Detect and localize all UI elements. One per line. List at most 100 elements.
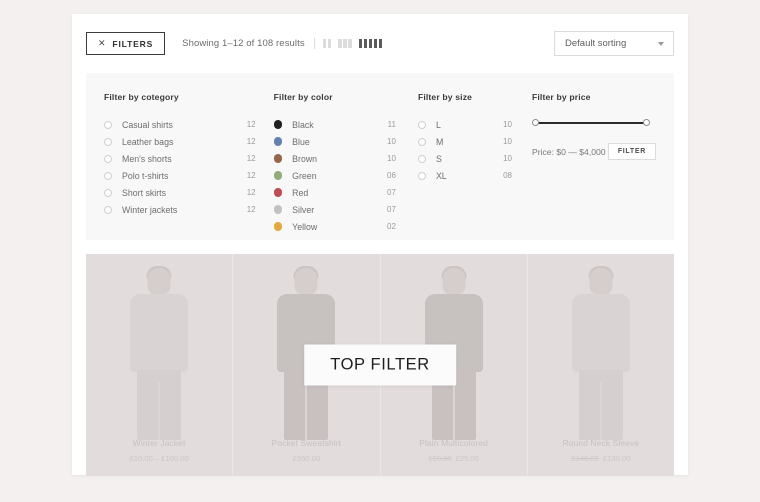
shop-toolbar: ✕ FILTERS Showing 1–12 of 108 results De… (72, 14, 688, 73)
sorting-dropdown[interactable]: Default sorting (554, 31, 674, 56)
product-price: £10.00 – £100.00 (129, 454, 189, 463)
filter-option-label: Short skirts (122, 187, 166, 198)
product-old-price: £140.00 (571, 454, 599, 463)
filter-option-count: 12 (246, 137, 256, 146)
filter-option-count: 06 (387, 171, 396, 180)
filter-size-heading: Filter by size (417, 92, 473, 102)
filter-option-label: Brown (292, 153, 318, 164)
filter-option-count: 12 (246, 188, 256, 197)
model-torso (571, 294, 630, 372)
radio-icon[interactable] (417, 154, 426, 163)
filter-option-count: 10 (503, 154, 512, 163)
filters-button[interactable]: ✕ FILTERS (86, 32, 166, 55)
price-slider-handle-min[interactable] (532, 118, 539, 126)
filters-button-label: FILTERS (112, 38, 154, 49)
radio-icon[interactable] (417, 120, 426, 129)
radio-icon[interactable] (104, 154, 112, 163)
filter-option-mens-shorts[interactable]: Men's shorts 12 (104, 150, 274, 167)
filter-option-label: Leather bags (122, 136, 174, 147)
filter-color-yellow[interactable]: Yellow 02 (273, 218, 418, 235)
shop-card: ✕ FILTERS Showing 1–12 of 108 results De… (72, 14, 688, 476)
chevron-down-icon (658, 41, 664, 46)
price-slider-handle-max[interactable] (643, 118, 650, 126)
filter-option-label: M (435, 136, 444, 147)
filter-option-label: Men's shorts (122, 153, 172, 164)
grid-3-column-icon[interactable] (338, 39, 352, 48)
product-title: Round Neck Sleeve (562, 438, 640, 448)
color-swatch-icon[interactable] (273, 205, 283, 214)
product-grid: Winter Jacket £10.00 – £100.00 Pocket Sw… (86, 254, 674, 476)
model-head (294, 268, 318, 295)
radio-icon[interactable] (104, 171, 112, 180)
filter-option-label: Green (292, 170, 317, 181)
filter-size-s[interactable]: S 10 (417, 150, 532, 167)
filter-color-silver[interactable]: Silver 07 (273, 201, 418, 218)
grid-4-column-icon[interactable] (358, 39, 383, 48)
filter-color-black[interactable]: Black 11 (273, 116, 418, 133)
model-head (442, 268, 466, 295)
filter-color-blue[interactable]: Blue 10 (273, 133, 418, 150)
product-price: £140.00 £130.00 (528, 454, 674, 463)
filter-option-count: 12 (246, 171, 256, 180)
price-slider-track (536, 122, 646, 124)
product-title: Pocket Sweatshirt (271, 438, 342, 448)
filter-option-label: Polo t-shirts (122, 170, 169, 181)
product-title: Plain Multicolored (419, 438, 489, 448)
radio-icon[interactable] (104, 188, 112, 197)
filter-option-count: 11 (387, 120, 396, 129)
color-swatch-icon[interactable] (273, 222, 283, 231)
color-swatch-icon[interactable] (273, 137, 283, 146)
filter-option-winter-jackets[interactable]: Winter jackets 12 (104, 201, 274, 218)
price-range-slider[interactable] (532, 116, 650, 130)
color-swatch-icon[interactable] (273, 188, 283, 197)
sorting-selected-value: Default sorting (565, 38, 627, 49)
filter-column-color: Filter by color Black 11 Blue 10 Brown 1… (273, 92, 418, 240)
model-legs (578, 370, 623, 440)
filter-option-label: Blue (292, 136, 310, 147)
filter-color-brown[interactable]: Brown 10 (273, 150, 418, 167)
product-image (123, 266, 195, 440)
radio-icon[interactable] (104, 205, 112, 214)
filter-option-count: 10 (503, 137, 512, 146)
filter-size-l[interactable]: L 10 (417, 116, 532, 133)
toolbar-divider (313, 38, 315, 49)
radio-icon[interactable] (417, 171, 426, 180)
filter-size-m[interactable]: M 10 (417, 133, 532, 150)
filter-option-count: 12 (246, 120, 256, 129)
product-price: £550.00 (292, 454, 321, 463)
filter-option-label: S (435, 153, 442, 164)
filter-option-casual-shirts[interactable]: Casual shirts 12 (104, 116, 274, 133)
filter-option-count: 12 (246, 205, 256, 214)
filter-option-count: 08 (503, 171, 512, 180)
color-swatch-icon[interactable] (273, 120, 283, 129)
color-swatch-icon[interactable] (273, 171, 283, 180)
filter-option-count: 10 (503, 120, 512, 129)
product-new-price: £25.00 (455, 454, 479, 463)
radio-icon[interactable] (104, 137, 112, 146)
filter-option-label: Yellow (292, 221, 318, 232)
color-swatch-icon[interactable] (273, 154, 283, 163)
results-count-text: Showing 1–12 of 108 results (182, 38, 305, 49)
product-card-round-neck-sleeve[interactable]: Round Neck Sleeve £140.00 £130.00 (526, 254, 674, 476)
radio-icon[interactable] (417, 137, 426, 146)
filter-color-green[interactable]: Green 06 (273, 167, 418, 184)
filter-size-xl[interactable]: XL 08 (417, 167, 532, 184)
price-row: Price: $0 — $4,000 FILTER (532, 143, 656, 160)
filter-option-polo-tshirts[interactable]: Polo t-shirts 12 (104, 167, 274, 184)
filter-column-price: Filter by price Price: $0 — $4,000 FILTE… (532, 92, 656, 240)
filter-option-leather-bags[interactable]: Leather bags 12 (104, 133, 274, 150)
model-torso (130, 294, 189, 372)
grid-2-column-icon[interactable] (322, 39, 332, 48)
filter-option-label: Black (292, 119, 314, 130)
filter-color-red[interactable]: Red 07 (273, 184, 418, 201)
apply-filter-button[interactable]: FILTER (607, 143, 656, 160)
filter-option-count: 10 (387, 154, 396, 163)
radio-icon[interactable] (104, 120, 112, 129)
product-card-winter-jacket[interactable]: Winter Jacket £10.00 – £100.00 (86, 254, 233, 476)
product-info: Winter Jacket £10.00 – £100.00 (86, 438, 232, 463)
model-head (589, 268, 613, 295)
product-info: Pocket Sweatshirt £550.00 (233, 438, 379, 463)
filter-option-short-skirts[interactable]: Short skirts 12 (104, 184, 274, 201)
product-title: Winter Jacket (132, 438, 186, 448)
filter-option-label: Silver (292, 204, 315, 215)
